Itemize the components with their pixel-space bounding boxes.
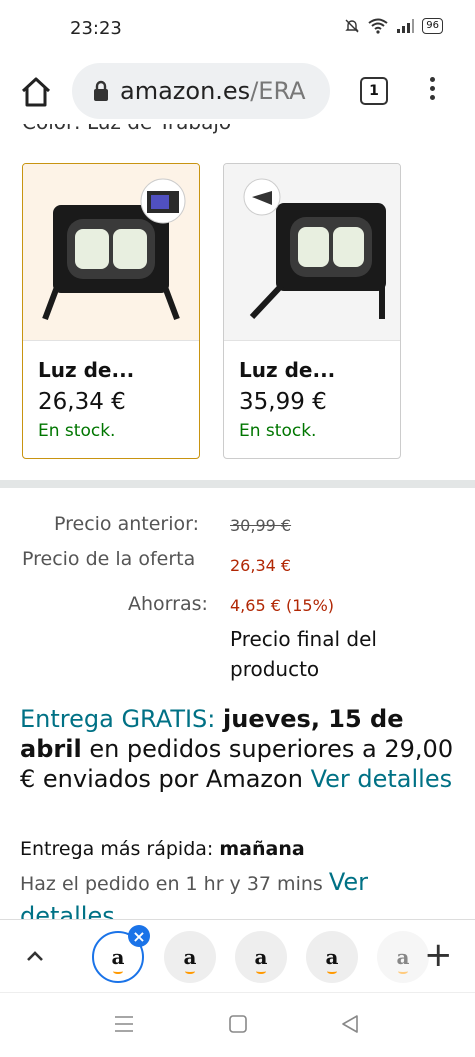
overflow-menu-icon[interactable]	[425, 73, 439, 107]
url-host: amazon.es	[120, 77, 251, 105]
signal-icon	[397, 19, 415, 33]
variant-title: Luz de...	[239, 358, 336, 382]
savings-label: Ahorras:	[128, 593, 208, 615]
free-delivery-label: Entrega GRATIS:	[20, 705, 216, 733]
variant-price: 26,34 €	[38, 389, 126, 415]
home-icon[interactable]	[18, 74, 54, 110]
tab-thumbnail[interactable]: a	[164, 931, 216, 983]
amazon-logo-icon: a	[254, 945, 268, 974]
variant-card-2[interactable]: Luz de... 35,99 € En stock.	[223, 163, 401, 459]
savings-value: 4,65 € (15%)	[230, 596, 335, 615]
tab-thumbnail[interactable]: a	[235, 931, 287, 983]
new-tab-icon[interactable]: +	[424, 938, 453, 972]
battery-indicator: 96	[422, 18, 443, 34]
tab-strip: a × a a a a +	[0, 919, 475, 992]
deal-price-label: Precio de la oferta	[22, 548, 196, 570]
order-within-text: Haz el pedido en 1 hr y 37 mins	[20, 873, 323, 895]
variant-stock: En stock.	[38, 421, 116, 441]
system-nav-bar	[0, 992, 475, 1057]
url-bar[interactable]: amazon.es/ERA	[72, 63, 330, 119]
status-bar: 23:23 96	[0, 0, 475, 60]
variant-section-label: Color: Luz de Trabajo	[22, 124, 231, 134]
tab-thumbnail-active[interactable]: a ×	[92, 925, 150, 983]
work-light-image	[243, 178, 386, 320]
variant-price: 35,99 €	[239, 389, 327, 415]
status-time: 23:23	[70, 18, 122, 39]
variant-title: Luz de...	[38, 358, 135, 382]
fastest-delivery-label: Entrega más rápida:	[20, 838, 214, 860]
mute-bell-icon	[345, 19, 359, 33]
amazon-logo-icon: a	[111, 945, 125, 974]
variant-image	[23, 164, 199, 341]
work-light-image	[42, 178, 186, 321]
order-within: Haz el pedido en 1 hr y 37 mins Ver deta…	[20, 866, 460, 919]
section-divider	[0, 480, 475, 488]
amazon-logo-icon: a	[183, 945, 197, 974]
variant-image	[224, 164, 400, 341]
variant-stock: En stock.	[239, 421, 317, 441]
home-square-icon[interactable]	[228, 1014, 248, 1034]
amazon-logo-icon: a	[396, 945, 410, 974]
previous-price-label: Precio anterior:	[54, 513, 200, 535]
lock-icon	[94, 80, 108, 101]
amazon-logo-icon: a	[325, 945, 339, 974]
url-text: amazon.es/ERA	[120, 77, 306, 105]
tab-thumbnail[interactable]: a	[306, 931, 358, 983]
delivery-details-link[interactable]: Ver detalles	[311, 765, 453, 793]
fastest-delivery: Entrega más rápida: mañana	[20, 838, 305, 860]
tab-switcher-button[interactable]: 1	[360, 77, 388, 105]
fastest-delivery-value: mañana	[219, 838, 305, 860]
page-content: Color: Luz de Trabajo Luz de... 26,34 € …	[0, 124, 475, 919]
deal-price-value: 26,34 €	[230, 556, 292, 575]
variant-card-1[interactable]: Luz de... 26,34 € En stock.	[22, 163, 200, 459]
back-triangle-icon[interactable]	[340, 1014, 360, 1034]
status-icons: 96	[344, 18, 443, 34]
wifi-icon	[368, 18, 388, 34]
url-path: /ERA	[250, 77, 306, 105]
tab-thumbnail[interactable]: a	[377, 931, 429, 983]
previous-price-value: 30,99 €	[230, 516, 292, 535]
recents-menu-icon[interactable]	[114, 1015, 134, 1033]
browser-toolbar: amazon.es/ERA 1	[0, 60, 475, 124]
chevron-up-icon[interactable]	[24, 945, 46, 967]
delivery-info: Entrega GRATIS: jueves, 15 de abril en p…	[20, 704, 460, 794]
close-tab-icon[interactable]: ×	[128, 925, 150, 947]
final-price-note: Precio final del producto	[230, 627, 377, 681]
